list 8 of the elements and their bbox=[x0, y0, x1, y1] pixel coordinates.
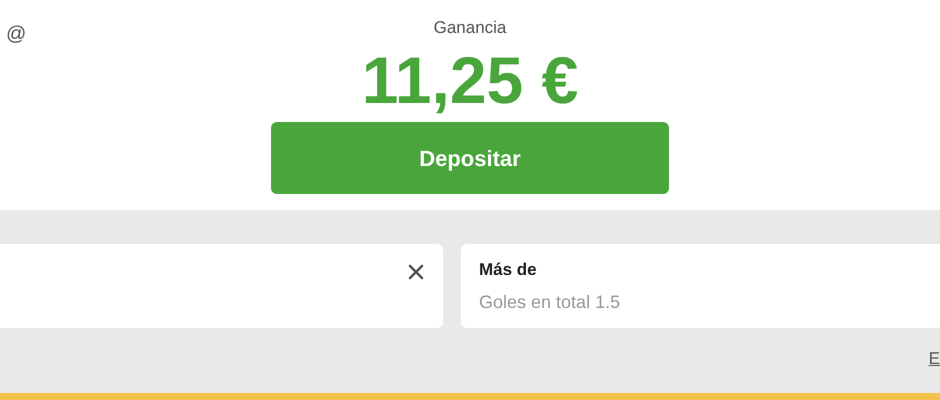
selection-subtitle: Goles en total 1.5 bbox=[479, 291, 622, 314]
profit-amount: 11,25 € bbox=[362, 42, 578, 119]
footer-link[interactable]: E bbox=[928, 346, 940, 372]
close-icon[interactable] bbox=[408, 264, 424, 280]
selection-title: Más de bbox=[479, 259, 538, 281]
at-sign: @ bbox=[6, 22, 26, 47]
deposit-button[interactable]: Depositar bbox=[271, 122, 669, 194]
profit-label: Ganancia bbox=[434, 17, 506, 39]
